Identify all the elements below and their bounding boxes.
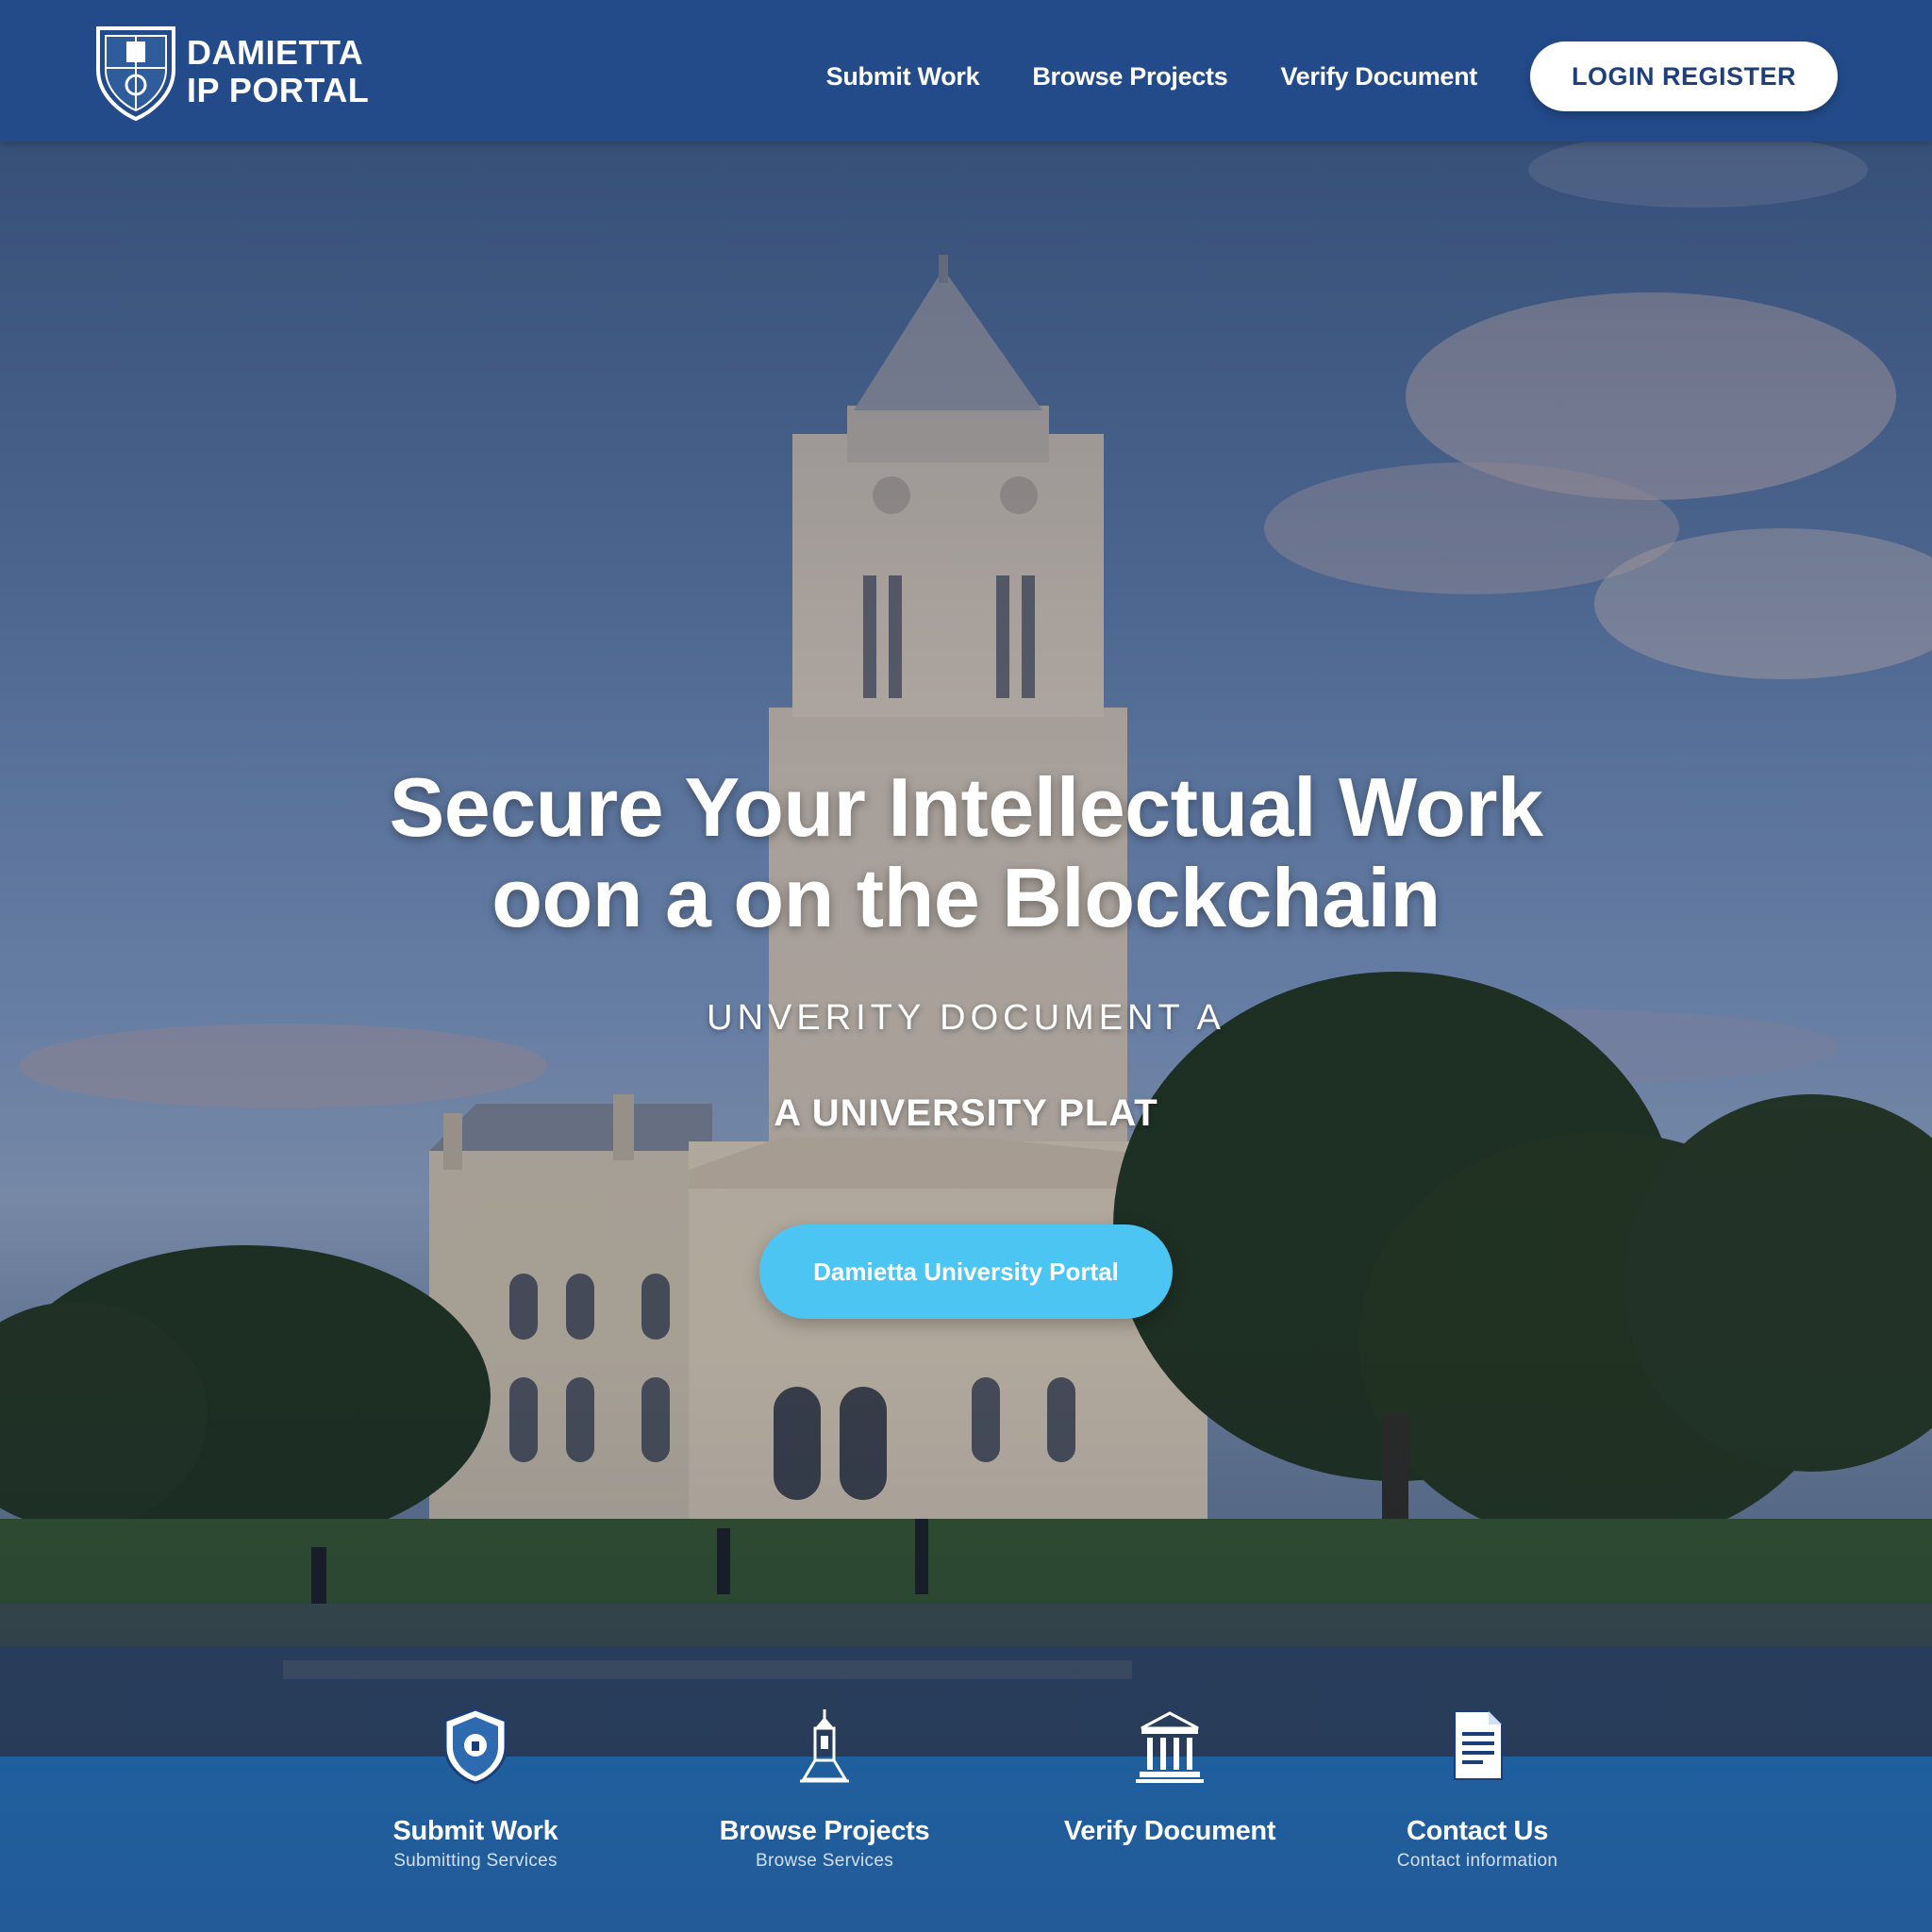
top-navbar: DAMIETTA IP PORTAL Submit Work Browse Pr… xyxy=(0,0,1932,142)
main-nav: Submit Work Browse Projects Verify Docum… xyxy=(826,42,1838,111)
feature-title: Browse Projects xyxy=(719,1816,930,1846)
site-logo[interactable]: DAMIETTA IP PORTAL xyxy=(91,21,369,123)
logo-line-1: DAMIETTA xyxy=(187,33,364,72)
feature-title: Submit Work xyxy=(392,1816,558,1846)
feature-title: Contact Us xyxy=(1406,1816,1549,1846)
hero-overlay xyxy=(0,0,1932,1932)
portal-cta-button[interactable]: Damietta University Portal xyxy=(759,1224,1173,1319)
feature-subtitle: Browse Services xyxy=(756,1851,893,1871)
hero-tagline: UNVERITY DOCUMENT A xyxy=(707,998,1225,1038)
document-icon xyxy=(1454,1710,1503,1780)
hero-background xyxy=(0,0,1932,1932)
nav-verify-document[interactable]: Verify Document xyxy=(1280,62,1477,92)
shield-icon xyxy=(443,1707,508,1785)
login-register-button[interactable]: LOGIN REGISTER xyxy=(1530,42,1838,111)
tower-icon xyxy=(800,1709,849,1783)
hero-headline: Secure Your Intellectual Work oon a on t… xyxy=(0,762,1932,943)
building-icon xyxy=(1136,1711,1204,1783)
feature-subtitle: Contact information xyxy=(1396,1851,1558,1871)
feature-subtitle: Submitting Services xyxy=(393,1851,558,1871)
nav-browse-projects[interactable]: Browse Projects xyxy=(1032,62,1227,92)
logo-line-2: IP PORTAL xyxy=(187,71,370,109)
feature-contact-us[interactable]: Contact Us Contact information xyxy=(1355,1706,1600,1872)
hero-subline: A UNIVERSITY PLAT xyxy=(774,1092,1158,1134)
nav-submit-work[interactable]: Submit Work xyxy=(826,62,980,92)
headline-line-1: Secure Your Intellectual Work xyxy=(389,760,1543,854)
feature-title: Verify Document xyxy=(1063,1816,1276,1846)
feature-bar xyxy=(0,1757,1932,1932)
crest-shield-icon xyxy=(96,26,175,122)
headline-line-2: oon a on the Blockchain xyxy=(491,851,1441,944)
feature-verify-document[interactable]: Verify Document xyxy=(1047,1706,1292,1851)
logo-text: DAMIETTA IP PORTAL xyxy=(187,34,369,109)
feature-browse-projects[interactable]: Browse Projects Browse Services xyxy=(702,1706,947,1872)
feature-submit-work[interactable]: Submit Work Submitting Services xyxy=(353,1706,598,1872)
